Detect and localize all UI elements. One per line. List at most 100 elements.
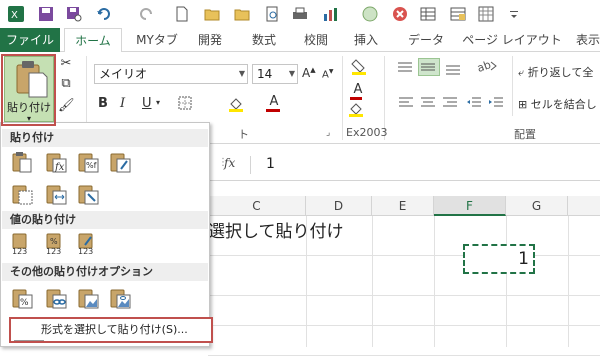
svg-text:%: %: [50, 237, 58, 246]
font-name-value: メイリオ: [99, 67, 148, 81]
cut-icon[interactable]: ✂: [58, 56, 74, 71]
svg-text:123: 123: [12, 247, 27, 255]
grid-icon[interactable]: [478, 6, 494, 22]
chart-icon[interactable]: [322, 6, 338, 22]
ribbon-tabs: ファイル ホーム MYタブ 開発 数式 校閲 挿入 データ ページ レイアウト …: [0, 28, 600, 53]
fx-icon[interactable]: fx: [224, 156, 235, 170]
open-folder-icon[interactable]: [204, 6, 220, 22]
new-file-icon[interactable]: [174, 6, 190, 22]
svg-text:X: X: [11, 10, 18, 21]
divider: [512, 56, 513, 116]
chevron-down-icon[interactable]: ▼: [239, 65, 245, 83]
worksheet-grid[interactable]: C D E F G 選択して貼り付け 1: [208, 196, 600, 356]
print-preview-icon[interactable]: [264, 6, 280, 22]
paste-formulas-number-format-icon[interactable]: %f: [77, 151, 99, 173]
align-bottom-icon[interactable]: [444, 60, 464, 76]
paste-icon[interactable]: [11, 151, 33, 173]
column-header-e[interactable]: E: [372, 196, 434, 216]
font-color-icon[interactable]: A: [266, 94, 282, 112]
tab-page-layout[interactable]: ページ レイアウト: [460, 28, 564, 52]
tab-view[interactable]: 表示: [568, 28, 600, 52]
align-right-icon[interactable]: [442, 96, 460, 110]
paint-icon[interactable]: [348, 102, 368, 118]
divider: [14, 340, 44, 347]
paste-keep-column-widths-icon[interactable]: [45, 183, 67, 205]
align-top-icon[interactable]: [396, 60, 416, 76]
save-icon[interactable]: [38, 6, 54, 22]
format-painter-icon[interactable]: 🖌: [58, 98, 75, 113]
bold-button[interactable]: B: [98, 96, 108, 111]
tab-review[interactable]: 校閲: [296, 28, 336, 52]
paste-values-source-formatting-icon[interactable]: 123: [77, 233, 99, 255]
paste-values-icon[interactable]: 123: [11, 233, 33, 255]
table-edit-icon[interactable]: [450, 6, 466, 22]
font-name-combo[interactable]: メイリオ ▼: [94, 64, 248, 84]
wrap-text-button[interactable]: ⤶ 折り返して全: [518, 64, 593, 80]
paste-no-borders-icon[interactable]: [11, 183, 33, 205]
column-header-blank[interactable]: [568, 196, 600, 216]
sheet-title-cell[interactable]: 選択して貼り付け: [208, 217, 344, 242]
paste-keep-source-formatting-icon[interactable]: [109, 151, 131, 173]
stop-icon[interactable]: [392, 6, 408, 22]
table-icon[interactable]: [420, 6, 436, 22]
align-middle-icon[interactable]: [418, 58, 440, 76]
paste-formulas-icon[interactable]: fx: [45, 151, 67, 173]
paste-link-icon[interactable]: [45, 287, 67, 309]
border-icon[interactable]: [178, 96, 194, 110]
print-icon[interactable]: [292, 6, 308, 22]
grow-font-icon[interactable]: A▲: [302, 66, 316, 80]
formula-input[interactable]: 1: [266, 156, 275, 172]
underline-button[interactable]: U: [142, 96, 152, 111]
paste-linked-picture-icon[interactable]: [109, 287, 131, 309]
tab-data[interactable]: データ: [402, 28, 450, 52]
orientation-icon[interactable]: ab: [476, 58, 500, 74]
merge-icon: ⊞: [518, 98, 528, 111]
dialog-launcher-icon[interactable]: ⌟: [326, 128, 330, 138]
tab-mytab[interactable]: MYタブ: [128, 28, 186, 52]
paste-formatting-icon[interactable]: %: [11, 287, 33, 309]
decrease-indent-icon[interactable]: [466, 96, 484, 110]
chevron-down-icon[interactable]: ▼: [289, 65, 295, 83]
align-center-icon[interactable]: [420, 96, 438, 110]
font-color-2-icon[interactable]: A: [350, 82, 366, 100]
column-header-c[interactable]: C: [208, 196, 306, 216]
merge-center-label: セルを結合し: [530, 98, 597, 111]
highlight-icon[interactable]: [350, 58, 370, 76]
excel-logo-icon: X: [8, 6, 24, 22]
align-left-icon[interactable]: [398, 96, 416, 110]
undo-icon[interactable]: [96, 6, 112, 22]
increase-indent-icon[interactable]: [488, 96, 506, 110]
tab-formulas[interactable]: 数式: [244, 28, 284, 52]
selected-cell-f[interactable]: 1: [463, 244, 535, 274]
tab-file[interactable]: ファイル: [0, 28, 60, 52]
column-header-g[interactable]: G: [506, 196, 568, 216]
shrink-font-icon[interactable]: A▼: [322, 68, 333, 80]
svg-text:123: 123: [78, 247, 93, 255]
chevron-down-icon[interactable]: ▾: [156, 98, 160, 107]
section-header-other-paste-options: その他の貼り付けオプション: [2, 263, 208, 281]
paste-picture-icon[interactable]: [77, 287, 99, 309]
tab-developer[interactable]: 開発: [190, 28, 230, 52]
font-size-combo[interactable]: 14 ▼: [252, 64, 298, 84]
redo-icon[interactable]: [138, 6, 154, 22]
fill-color-icon[interactable]: [228, 96, 246, 112]
tab-insert[interactable]: 挿入: [346, 28, 386, 52]
svg-text:ab: ab: [476, 58, 493, 74]
svg-text:fx: fx: [54, 162, 65, 173]
copy-icon[interactable]: ⧉: [58, 76, 74, 91]
circle-icon[interactable]: [362, 6, 378, 22]
table-row: [208, 276, 600, 296]
paste-values-number-format-icon[interactable]: % 123: [45, 233, 67, 255]
section-header-paste-values: 値の貼り付け: [2, 211, 208, 229]
paste-transpose-icon[interactable]: [77, 183, 99, 205]
save-as-icon[interactable]: [66, 6, 82, 22]
more-commands-icon[interactable]: [506, 6, 522, 22]
column-header-f[interactable]: F: [434, 196, 506, 216]
column-header-d[interactable]: D: [306, 196, 372, 216]
folder-icon[interactable]: [234, 6, 250, 22]
cell-value: 1: [518, 249, 529, 269]
table-row: [208, 306, 600, 326]
italic-button[interactable]: I: [120, 96, 125, 111]
merge-center-button[interactable]: ⊞ セルを結合し: [518, 96, 597, 112]
tab-home[interactable]: ホーム: [64, 28, 122, 53]
